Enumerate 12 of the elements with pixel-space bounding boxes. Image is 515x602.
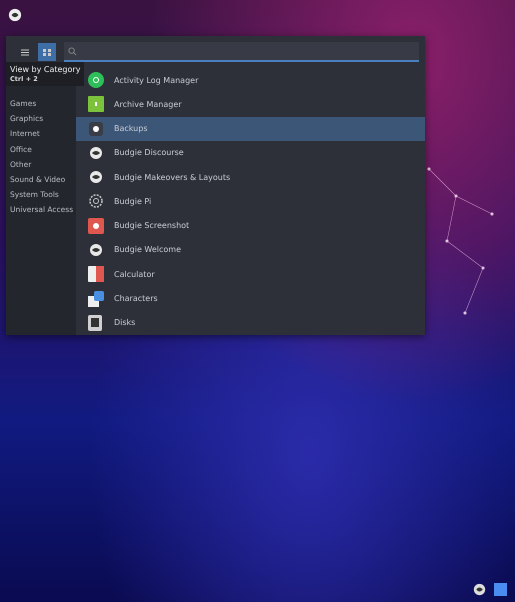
app-name: Budgie Makeovers & Layouts	[114, 172, 230, 182]
app-name: Budgie Pi	[114, 196, 152, 206]
app-name: Backups	[114, 124, 148, 134]
app-name: Budgie Screenshot	[114, 221, 190, 230]
app-name: Activity Log Manager	[114, 76, 198, 85]
app-name: Disks	[114, 318, 136, 328]
app-name: Budgie Welcome	[114, 245, 181, 254]
app-name: Budgie Discourse	[114, 148, 184, 158]
app-name: Characters	[114, 294, 158, 304]
app-name: Calculator	[114, 270, 155, 279]
tooltip-title: View by Category	[10, 65, 80, 74]
app-name: Archive Manager	[114, 100, 182, 109]
